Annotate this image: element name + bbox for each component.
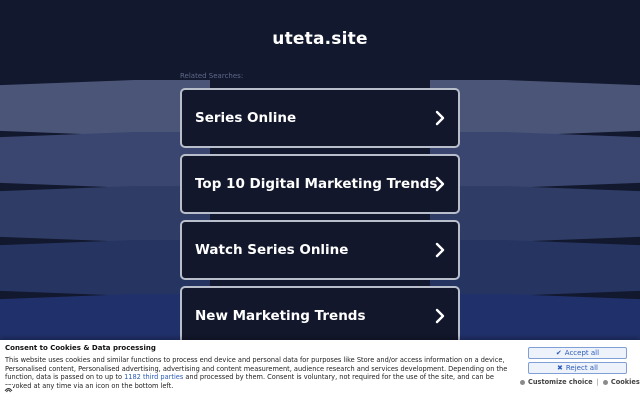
related-search-item[interactable]: Top 10 Digital Marketing Trends xyxy=(180,154,460,214)
consent-text: This website uses cookies and similar fu… xyxy=(5,356,513,390)
reject-all-button[interactable]: ✖ Reject all xyxy=(528,362,627,374)
consent-options: Customize choice | Cookies xyxy=(520,378,640,386)
related-search-item[interactable]: Series Online xyxy=(180,88,460,148)
reject-all-label: Reject all xyxy=(565,364,598,372)
cookie-consent-banner: Consent to Cookies & Data processing Thi… xyxy=(0,340,640,400)
third-parties-link[interactable]: 1182 third parties xyxy=(124,373,183,381)
cookies-link[interactable]: Cookies xyxy=(602,378,640,386)
chevron-right-icon xyxy=(435,308,445,324)
gear-icon xyxy=(520,379,525,385)
accept-all-button[interactable]: ✔ Accept all xyxy=(528,347,627,359)
close-icon: ✖ xyxy=(557,364,563,372)
chevron-right-icon xyxy=(435,110,445,126)
consent-title: Consent to Cookies & Data processing xyxy=(5,344,156,352)
related-search-item[interactable]: Watch Series Online xyxy=(180,220,460,280)
customize-choice-link[interactable]: Customize choice xyxy=(520,378,593,386)
chevron-right-icon xyxy=(435,176,445,192)
related-search-label: New Marketing Trends xyxy=(195,308,366,324)
related-search-label: Series Online xyxy=(195,110,297,126)
related-searches-label: Related Searches: xyxy=(180,72,244,80)
fingerprint-icon[interactable] xyxy=(4,385,13,393)
separator: | xyxy=(596,378,599,386)
cookie-icon xyxy=(602,379,608,385)
accept-all-label: Accept all xyxy=(564,349,600,357)
related-search-label: Watch Series Online xyxy=(195,242,349,258)
related-search-label: Top 10 Digital Marketing Trends xyxy=(195,176,438,192)
related-searches-list: Series Online Top 10 Digital Marketing T… xyxy=(180,88,460,352)
checkmark-icon: ✔ xyxy=(555,349,562,357)
related-search-item[interactable]: New Marketing Trends xyxy=(180,286,460,346)
chevron-right-icon xyxy=(435,242,445,258)
site-title: uteta.site xyxy=(272,29,368,49)
